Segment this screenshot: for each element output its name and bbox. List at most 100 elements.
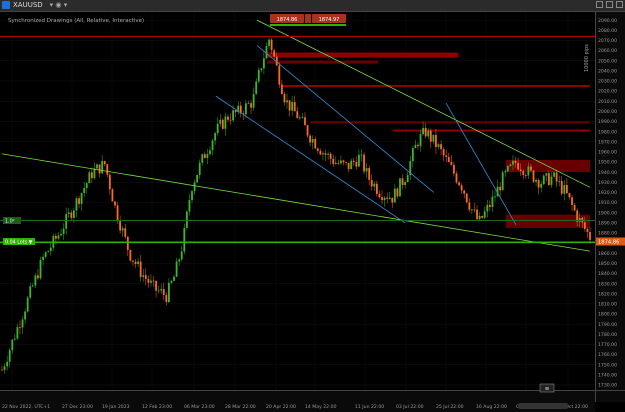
candle-body (188, 200, 191, 212)
candle-body (555, 172, 558, 182)
candle-body (291, 102, 294, 111)
candle-body (419, 134, 422, 147)
top-limit-line (0, 36, 595, 37)
price-tick-label: 1960.00 (598, 150, 617, 156)
candle-body (509, 164, 512, 167)
candle-body (455, 173, 458, 183)
candle-body (224, 116, 227, 129)
candle-body (337, 162, 340, 164)
candle-body (70, 212, 73, 218)
minimize-icon[interactable] (596, 1, 603, 8)
price-tick-label: 1860.00 (598, 251, 617, 257)
candle-body (375, 183, 378, 194)
candle-body (88, 172, 91, 184)
candle-body (252, 94, 255, 108)
candle-body (417, 144, 419, 147)
price-zone (310, 121, 590, 124)
candle-body (37, 275, 39, 279)
price-tick-label: 1900.00 (598, 210, 617, 216)
candle-body (39, 259, 42, 279)
candle-body (119, 220, 122, 231)
candle-body (309, 135, 312, 143)
candle-body (255, 81, 258, 95)
candle-body (347, 162, 350, 170)
time-tick-label: 06 Mar 23:00 (184, 404, 215, 410)
candle-body (429, 130, 432, 142)
candle-body (391, 197, 394, 203)
price-chart[interactable]: Synchronized Drawings (All, Relative, In… (0, 12, 625, 412)
candle-body (488, 205, 491, 207)
candle-body (340, 160, 342, 164)
candle-body (399, 178, 401, 197)
trade-panel[interactable]: 1874.86 1874.97 (270, 14, 346, 26)
candle-body (132, 260, 134, 262)
candle-body (437, 144, 440, 148)
candle-body (8, 350, 11, 362)
candle-body (124, 228, 127, 237)
maximize-icon[interactable] (606, 1, 613, 8)
candle-body (311, 139, 314, 143)
upper-position-label: 1.0² (5, 219, 15, 225)
candle-body (1, 369, 3, 371)
price-zone-line (267, 52, 459, 58)
upper-position-line[interactable] (0, 220, 595, 221)
horizontal-scrollbar[interactable] (518, 403, 568, 409)
candle-body (491, 196, 494, 207)
candle-body (424, 127, 427, 137)
candle-body (150, 280, 152, 283)
candle-body (47, 251, 50, 253)
price-tick-label: 1940.00 (598, 170, 617, 176)
candle-body (203, 154, 206, 159)
price-tick-label: 1920.00 (598, 190, 617, 196)
price-zone-line (281, 84, 590, 87)
price-tick-label: 1810.00 (598, 302, 617, 308)
candle-body (26, 297, 29, 312)
candle-body (548, 173, 550, 185)
candle-body (332, 158, 335, 164)
candle-body (288, 100, 291, 111)
candle-body (280, 84, 283, 95)
candle-body (80, 193, 83, 204)
candle-body (522, 171, 525, 175)
lot-toggle[interactable] (305, 14, 311, 23)
price-tick-label: 1990.00 (598, 119, 617, 125)
symbol-selector[interactable]: XAUUSD ▾ ◉ ▾ (2, 1, 67, 9)
candle-body (232, 110, 234, 121)
symbol-options[interactable]: ▾ ◉ ▾ (50, 1, 68, 9)
candle-body (162, 289, 165, 295)
price-tick-label: 1780.00 (598, 332, 617, 338)
price-tick-label: 1760.00 (598, 352, 617, 358)
candle-body (355, 161, 358, 167)
price-tick-label: 2000.00 (598, 109, 617, 115)
candle-body (196, 174, 199, 183)
candle-body (360, 154, 363, 156)
candle-body (414, 144, 417, 149)
candle-body (137, 261, 139, 264)
candle-body (298, 117, 301, 119)
candle-body (180, 251, 183, 260)
candle-body (545, 173, 548, 176)
candle-body (571, 197, 573, 206)
candle-body (11, 339, 14, 351)
candle-body (350, 160, 353, 170)
candle-body (383, 197, 386, 201)
candle-body (160, 289, 163, 291)
candle-body (329, 153, 332, 159)
candle-body (65, 214, 68, 229)
price-tick-label: 1790.00 (598, 322, 617, 328)
candle-body (442, 149, 445, 156)
candle-body (16, 327, 19, 339)
candle-body (427, 130, 430, 137)
price-tick-label: 1910.00 (598, 200, 617, 206)
price-tick-label: 2020.00 (598, 89, 617, 95)
candle-body (319, 150, 322, 155)
price-tick-label: 1850.00 (598, 261, 617, 267)
current-price-line[interactable] (0, 241, 595, 244)
candle-body (57, 235, 60, 239)
candle-body (3, 366, 6, 370)
time-tick-label: 25 Jul 22:00 (436, 404, 464, 410)
candle-body (473, 209, 476, 211)
candle-body (167, 282, 170, 303)
price-tick-label: 1830.00 (598, 281, 617, 287)
close-icon[interactable] (616, 1, 623, 8)
